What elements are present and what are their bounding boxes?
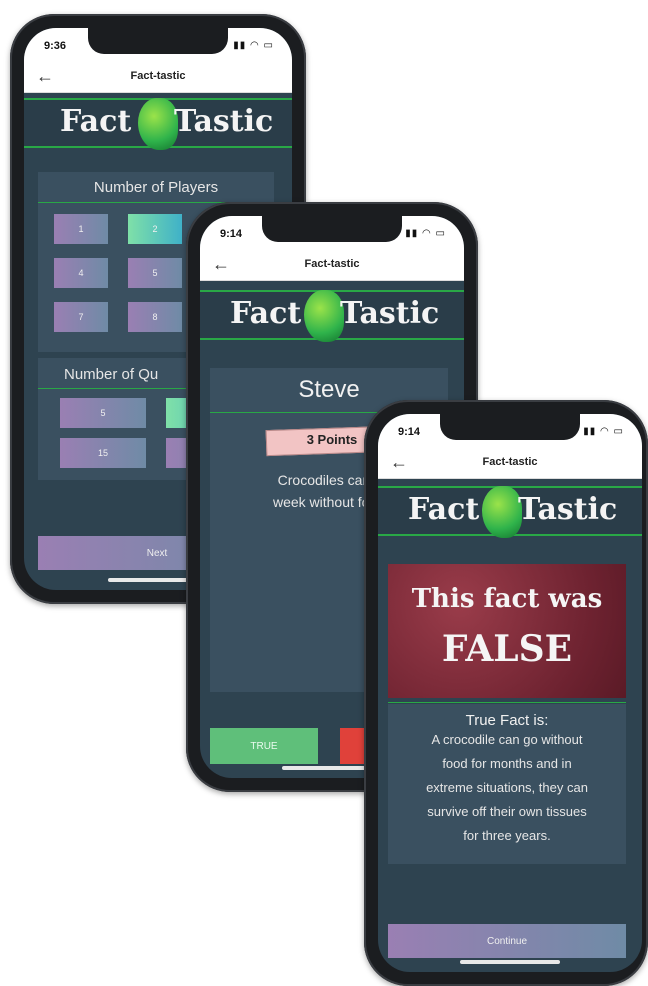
true-fact-panel: True Fact is: A crocodile can go without…: [388, 704, 626, 864]
player-count-7[interactable]: 7: [54, 302, 108, 332]
signal-wifi-battery-icon: ▮▮ ◠ ▭: [405, 228, 446, 239]
logo-band: Fact Tastic: [24, 98, 292, 150]
verdict-banner: This fact was FALSE: [388, 564, 626, 698]
nav-bar: ← Fact-tastic: [24, 62, 292, 93]
player-count-5[interactable]: 5: [128, 258, 182, 288]
true-fact-line-3: extreme situations, they can: [426, 780, 588, 795]
player-count-2[interactable]: 2: [128, 214, 182, 244]
logo-fact: Fact: [408, 492, 480, 527]
question-count-5[interactable]: 5: [60, 398, 146, 428]
points-badge: 3 Points: [306, 432, 358, 447]
continue-button[interactable]: Continue: [388, 924, 626, 958]
true-fact-line-5: for three years.: [463, 828, 551, 843]
signal-wifi-battery-icon: ▮▮ ◠ ▭: [583, 426, 624, 437]
player-count-4[interactable]: 4: [54, 258, 108, 288]
questions-header: Number of Qu: [64, 366, 159, 383]
verdict-line-1: This fact was: [411, 584, 603, 614]
brain-head-logo-icon: [138, 98, 178, 150]
logo-band: Fact Tastic: [200, 290, 464, 342]
verdict-line-2: FALSE: [441, 628, 573, 670]
logo-fact: Fact: [230, 296, 302, 331]
logo-tastic: Tastic: [518, 492, 618, 527]
nav-bar: ← Fact-tastic: [200, 250, 464, 281]
notch: [88, 28, 228, 54]
nav-title: Fact-tastic: [482, 456, 538, 468]
player-count-1[interactable]: 1: [54, 214, 108, 244]
logo-band: Fact Tastic: [378, 486, 642, 538]
player-count-8[interactable]: 8: [128, 302, 182, 332]
brain-head-logo-icon: [304, 290, 344, 342]
home-indicator: [460, 960, 560, 964]
notch: [440, 414, 580, 440]
logo-tastic: Tastic: [340, 296, 440, 331]
nav-title: Fact-tastic: [304, 258, 360, 270]
notch: [262, 216, 402, 242]
question-count-15[interactable]: 15: [60, 438, 146, 468]
nav-bar: ← Fact-tastic: [378, 448, 642, 479]
nav-title: Fact-tastic: [130, 70, 186, 82]
screen-result: 9:14 ▮▮ ◠ ▭ ← Fact-tastic Fact Tastic Th…: [378, 414, 642, 972]
signal-wifi-battery-icon: ▮▮ ◠ ▭: [233, 40, 274, 51]
true-fact-line-1: A crocodile can go without: [431, 732, 583, 747]
status-time: 9:14: [398, 426, 421, 438]
logo-fact: Fact: [60, 104, 132, 139]
brain-head-logo-icon: [482, 486, 522, 538]
true-fact-line-4: survive off their own tissues: [427, 804, 587, 819]
status-time: 9:36: [44, 40, 67, 52]
phone-result: 9:14 ▮▮ ◠ ▭ ← Fact-tastic Fact Tastic Th…: [364, 400, 648, 986]
players-header: Number of Players: [93, 179, 219, 196]
logo-tastic: Tastic: [174, 104, 274, 139]
true-button[interactable]: TRUE: [210, 728, 318, 764]
divider: [388, 702, 626, 703]
status-time: 9:14: [220, 228, 243, 240]
true-fact-line-2: food for months and in: [442, 756, 572, 771]
true-fact-header: True Fact is:: [465, 712, 549, 729]
